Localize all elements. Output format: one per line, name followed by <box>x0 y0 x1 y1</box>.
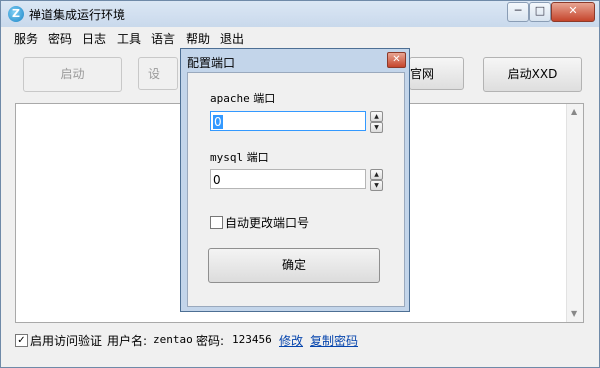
scroll-down-icon[interactable]: ▼ <box>571 309 577 318</box>
mysql-port-down-icon[interactable]: ▼ <box>370 180 383 191</box>
port-config-dialog: 配置端口 ✕ apache 端口 0 ▲ ▼ mysql 端口 0 ▲ ▼ 自动… <box>180 48 410 312</box>
menu-help[interactable]: 帮助 <box>186 30 210 47</box>
password-value: 123456 <box>232 333 272 346</box>
mysql-label-suffix: 端口 <box>246 151 269 164</box>
visit-website-button[interactable]: 官网 <box>409 57 464 90</box>
copy-password-link[interactable]: 复制密码 <box>310 332 358 349</box>
mysql-label-prefix: mysql <box>210 151 244 164</box>
close-button[interactable]: ✕ <box>551 2 595 22</box>
main-window: Z 禅道集成运行环境 ─ □ ✕ 服务 密码 日志 工具 语言 帮助 退出 启动… <box>0 0 600 368</box>
username-label: 用户名: <box>107 334 148 348</box>
username-value: zentao <box>153 333 193 346</box>
maximize-button[interactable]: □ <box>529 2 551 22</box>
title-bar[interactable]: Z 禅道集成运行环境 ─ □ ✕ <box>1 1 599 27</box>
minimize-button[interactable]: ─ <box>507 2 529 22</box>
start-xxd-button[interactable]: 启动XXD <box>483 57 582 92</box>
password-label: 密码: <box>196 334 225 348</box>
apache-label-prefix: apache <box>210 92 250 105</box>
apache-label-suffix: 端口 <box>253 92 276 105</box>
auto-change-port-label: 自动更改端口号 <box>225 216 310 230</box>
menu-tools[interactable]: 工具 <box>117 30 141 47</box>
dialog-body: apache 端口 0 ▲ ▼ mysql 端口 0 ▲ ▼ 自动更改端口号 确… <box>187 72 405 307</box>
ok-button[interactable]: 确定 <box>208 248 380 283</box>
menu-log[interactable]: 日志 <box>82 30 106 47</box>
app-logo-letter: Z <box>12 7 20 20</box>
apache-port-down-icon[interactable]: ▼ <box>370 122 383 133</box>
mysql-port-label: mysql 端口 <box>210 149 269 165</box>
enable-auth-label: 启用访问验证 <box>30 334 103 348</box>
menu-exit[interactable]: 退出 <box>220 30 244 47</box>
dialog-close-button[interactable]: ✕ <box>387 52 406 68</box>
apache-port-value: 0 <box>213 115 223 129</box>
footer-bar: ✓ 启用访问验证 用户名: zentao 密码: 123456 修改 复制密码 <box>1 329 599 353</box>
menu-password[interactable]: 密码 <box>48 30 72 47</box>
start-button[interactable]: 启动 <box>23 57 122 92</box>
mysql-port-up-icon[interactable]: ▲ <box>370 169 383 180</box>
app-logo-icon: Z <box>8 6 24 22</box>
mysql-port-value: 0 <box>213 173 221 187</box>
apache-port-up-icon[interactable]: ▲ <box>370 111 383 122</box>
mysql-port-input[interactable]: 0 <box>210 169 366 189</box>
auto-change-port-checkbox[interactable] <box>210 216 223 229</box>
scroll-up-icon[interactable]: ▲ <box>571 107 577 116</box>
window-title: 禅道集成运行环境 <box>29 8 126 22</box>
log-scrollbar[interactable]: ▲ ▼ <box>566 104 583 322</box>
apache-port-input[interactable]: 0 <box>210 111 366 131</box>
menu-bar: 服务 密码 日志 工具 语言 帮助 退出 <box>1 27 599 47</box>
modify-password-link[interactable]: 修改 <box>279 332 303 349</box>
menu-service[interactable]: 服务 <box>14 30 38 47</box>
menu-language[interactable]: 语言 <box>151 30 175 47</box>
enable-auth-checkbox[interactable]: ✓ <box>15 334 28 347</box>
settings-button[interactable]: 设 <box>138 57 178 90</box>
apache-port-label: apache 端口 <box>210 90 275 106</box>
dialog-title: 配置端口 <box>187 56 236 70</box>
